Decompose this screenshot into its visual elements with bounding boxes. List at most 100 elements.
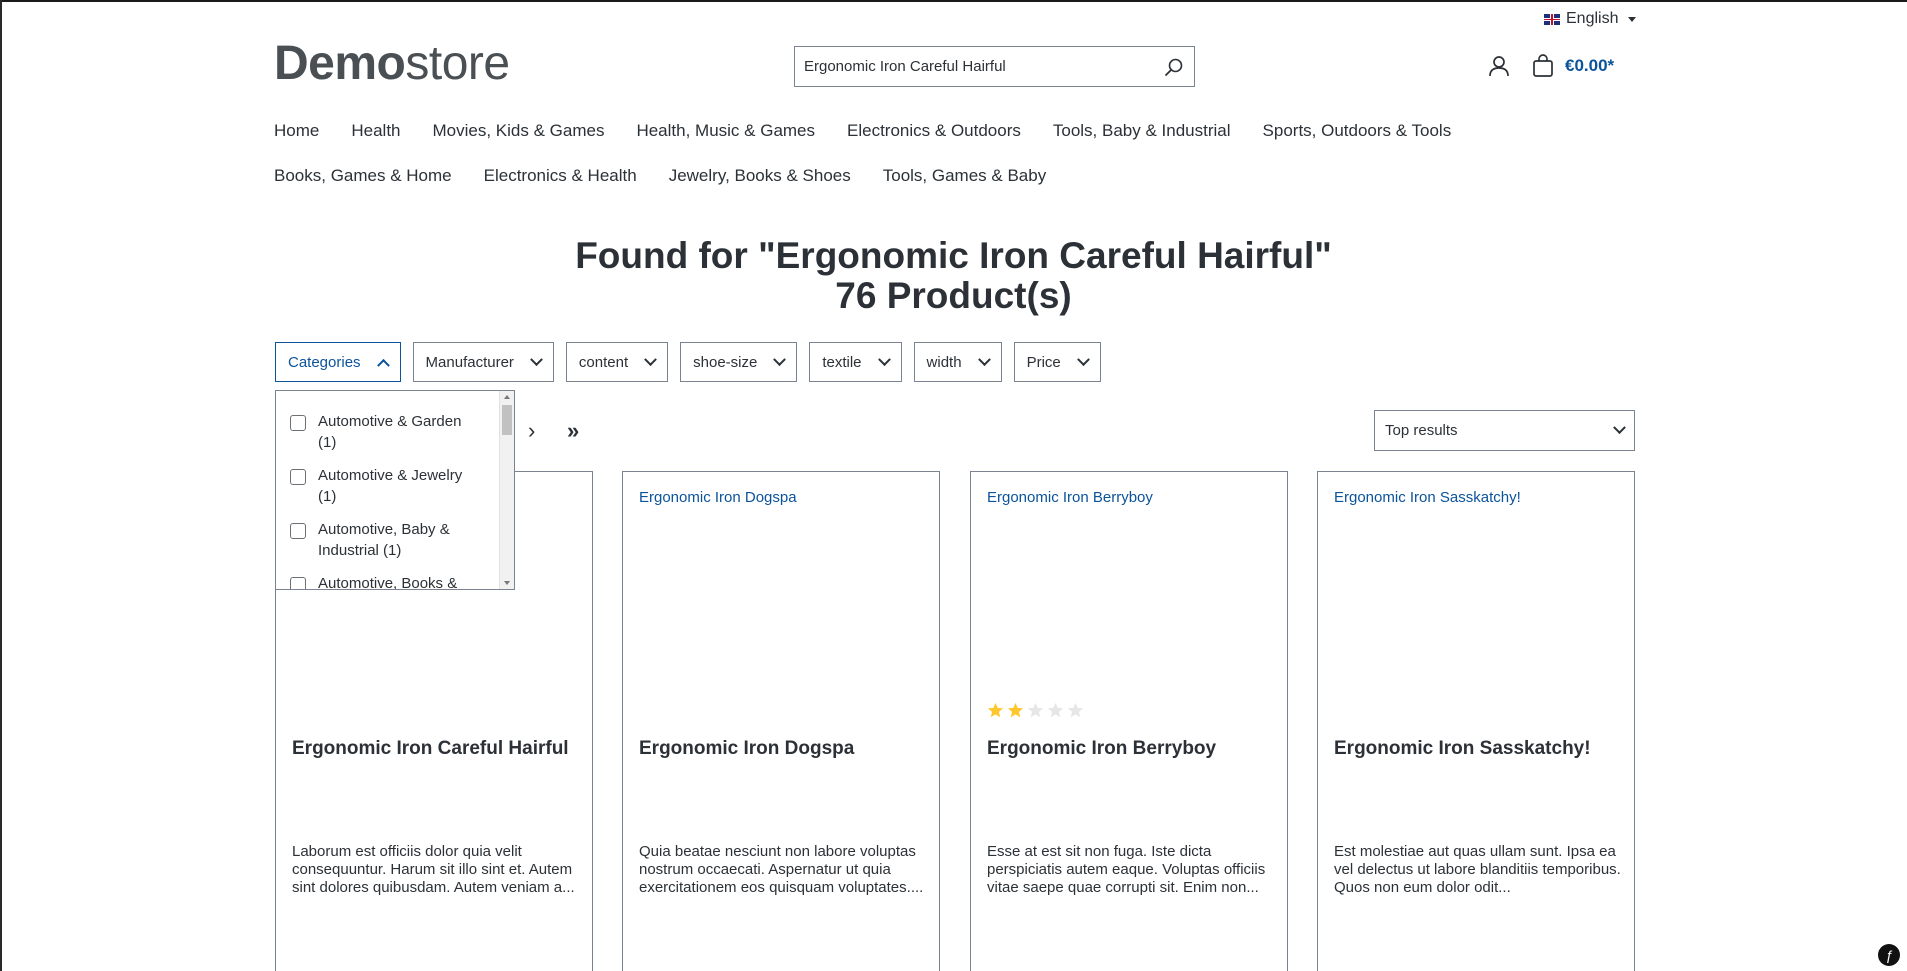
user-icon xyxy=(1489,56,1509,77)
product-image[interactable]: Ergonomic Iron Berryboy xyxy=(987,489,1153,506)
filter-label: width xyxy=(926,353,962,371)
results-query: Found for "Ergonomic Iron Careful Hairfu… xyxy=(575,235,1332,276)
categories-dropdown[interactable]: Automotive & Garden (1) Automotive & Jew… xyxy=(275,390,515,590)
product-description: Est molestiae aut quas ullam sunt. Ipsa … xyxy=(1334,843,1621,896)
chevron-down-icon xyxy=(773,352,787,366)
product-image[interactable]: Ergonomic Iron Dogspa xyxy=(639,489,797,506)
caret-down-icon xyxy=(1628,16,1637,22)
category-checkbox[interactable] xyxy=(290,577,306,589)
main-navigation: Home Health Movies, Kids & Games Health,… xyxy=(274,108,1654,198)
filter-label: Price xyxy=(1026,353,1061,371)
product-card: Ergonomic Iron Dogspa Ergonomic Iron Dog… xyxy=(622,471,940,971)
star-filled-icon xyxy=(987,702,1004,718)
category-checkbox[interactable] xyxy=(290,415,306,431)
search-input[interactable] xyxy=(795,47,1154,86)
uk-flag-icon xyxy=(1544,13,1560,25)
filter-manufacturer[interactable]: Manufacturer xyxy=(412,342,554,382)
nav-item-electronics-health[interactable]: Electronics & Health xyxy=(484,166,637,186)
nav-row: Books, Games & Home Electronics & Health… xyxy=(274,153,1654,198)
nav-row: Home Health Movies, Kids & Games Health,… xyxy=(274,108,1654,153)
window-left-edge xyxy=(0,0,2,971)
chevron-up-icon xyxy=(376,358,390,372)
nav-item-home[interactable]: Home xyxy=(274,121,319,141)
filter-categories[interactable]: Categories xyxy=(275,342,401,382)
scroll-down-arrow-icon[interactable] xyxy=(504,581,510,585)
category-label: Automotive & Jewelry (1) xyxy=(318,467,463,505)
window-top-edge xyxy=(0,0,1907,2)
scrollbar-thumb[interactable] xyxy=(502,405,512,435)
nav-item-jewelry-books-shoes[interactable]: Jewelry, Books & Shoes xyxy=(669,166,851,186)
category-checkbox[interactable] xyxy=(290,523,306,539)
star-filled-icon xyxy=(1007,702,1024,718)
search-icon xyxy=(1165,58,1183,76)
sort-selected-value: Top results xyxy=(1385,422,1458,439)
product-name[interactable]: Ergonomic Iron Dogspa xyxy=(639,738,929,760)
category-option[interactable]: Automotive & Jewelry (1) xyxy=(290,465,468,507)
category-checkbox[interactable] xyxy=(290,469,306,485)
nav-item-tools-games-baby[interactable]: Tools, Games & Baby xyxy=(883,166,1046,186)
account-button[interactable] xyxy=(1487,54,1511,78)
store-logo[interactable]: Demostore xyxy=(274,36,510,92)
star-empty-icon xyxy=(1067,702,1084,718)
filter-price[interactable]: Price xyxy=(1013,342,1101,382)
filter-shoe-size[interactable]: shoe-size xyxy=(680,342,798,382)
product-description: Quia beatae nesciunt non labore voluptas… xyxy=(639,843,924,896)
cart-button[interactable]: €0.00* xyxy=(1531,54,1614,78)
nav-item-health[interactable]: Health xyxy=(351,121,400,141)
cart-total: €0.00* xyxy=(1565,56,1615,75)
search-results-heading: Found for "Ergonomic Iron Careful Hairfu… xyxy=(0,236,1907,316)
product-name[interactable]: Ergonomic Iron Berryboy xyxy=(987,738,1277,760)
product-rating xyxy=(987,702,1084,719)
chevron-down-icon xyxy=(644,352,658,366)
category-label: Automotive, Baby & Industrial (1) xyxy=(318,521,450,559)
results-count: 76 Product(s) xyxy=(835,275,1072,316)
logo-bold: Demo xyxy=(274,37,406,90)
filter-width[interactable]: width xyxy=(913,342,1002,382)
chevron-down-icon xyxy=(530,352,543,366)
nav-item-sports-outdoors-tools[interactable]: Sports, Outdoors & Tools xyxy=(1263,121,1452,141)
language-switcher[interactable]: English xyxy=(1544,10,1637,28)
sort-select[interactable]: Top results xyxy=(1374,410,1635,451)
search-form xyxy=(794,46,1195,87)
category-option[interactable]: Automotive, Books & xyxy=(290,573,468,590)
nav-item-electronics-outdoors[interactable]: Electronics & Outdoors xyxy=(847,121,1021,141)
dropdown-scrollbar[interactable] xyxy=(499,391,514,589)
category-label: Automotive, Books & xyxy=(318,575,458,590)
search-button[interactable] xyxy=(1154,47,1194,86)
product-card: Ergonomic Iron Berryboy Ergonomic Iron B… xyxy=(970,471,1288,971)
star-empty-icon xyxy=(1027,702,1044,718)
category-option[interactable]: Automotive, Baby & Industrial (1) xyxy=(290,519,468,561)
nav-item-books-games-home[interactable]: Books, Games & Home xyxy=(274,166,452,186)
product-name[interactable]: Ergonomic Iron Careful Hairful xyxy=(292,738,582,760)
nav-item-health-music-games[interactable]: Health, Music & Games xyxy=(636,121,815,141)
scroll-up-arrow-icon[interactable] xyxy=(504,395,510,399)
nav-item-movies-kids-games[interactable]: Movies, Kids & Games xyxy=(433,121,605,141)
product-name[interactable]: Ergonomic Iron Sasskatchy! xyxy=(1334,738,1624,760)
product-description: Esse at est sit non fuga. Iste dicta per… xyxy=(987,843,1266,896)
filter-content[interactable]: content xyxy=(565,342,669,382)
language-label: English xyxy=(1566,10,1619,27)
filter-label: textile xyxy=(822,353,862,371)
filter-label: Manufacturer xyxy=(425,353,514,371)
chevron-down-icon xyxy=(877,352,891,366)
chevron-down-icon xyxy=(977,352,991,366)
chevron-down-icon xyxy=(1613,421,1626,435)
chevron-down-icon xyxy=(1076,352,1090,366)
logo-light: store xyxy=(405,37,510,90)
star-empty-icon xyxy=(1047,702,1064,718)
product-card: Ergonomic Iron Sasskatchy! Ergonomic Iro… xyxy=(1317,471,1635,971)
product-image[interactable]: Ergonomic Iron Sasskatchy! xyxy=(1334,489,1521,506)
shopping-bag-icon xyxy=(1533,54,1553,77)
filter-bar: Categories Manufacturer content shoe-siz… xyxy=(275,342,1101,382)
product-description: Laborum est officiis dolor quia velit co… xyxy=(292,843,575,896)
category-label: Automotive & Garden (1) xyxy=(318,413,462,451)
pagination-next-button[interactable]: › xyxy=(528,418,535,444)
filter-textile[interactable]: textile xyxy=(809,342,902,382)
pagination-last-button[interactable]: » xyxy=(567,418,579,444)
nav-item-tools-baby-industrial[interactable]: Tools, Baby & Industrial xyxy=(1053,121,1231,141)
filter-label: shoe-size xyxy=(693,353,758,371)
symfony-toolbar-icon[interactable]: ƒ xyxy=(1878,944,1900,966)
category-option[interactable]: Automotive & Garden (1) xyxy=(290,411,468,453)
filter-label: content xyxy=(578,353,629,371)
filter-label: Categories xyxy=(288,353,361,371)
